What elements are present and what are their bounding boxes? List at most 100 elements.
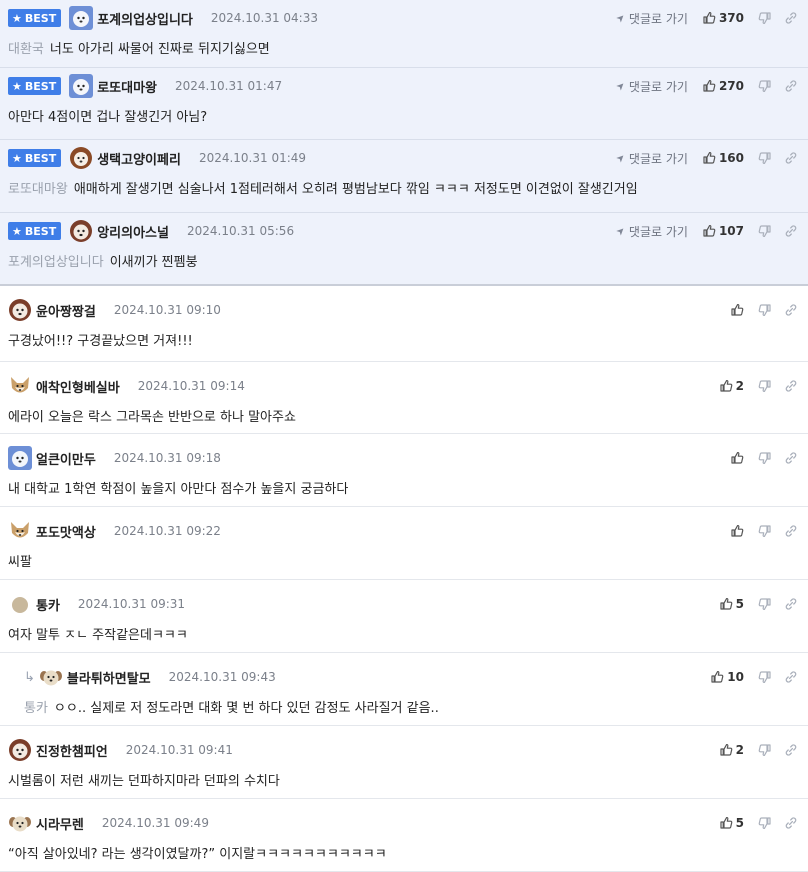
- goto-comment-button[interactable]: ➤ 댓글로 가기: [614, 10, 688, 27]
- like-count: 2: [735, 743, 744, 757]
- comment-actions: [720, 298, 798, 322]
- nickname[interactable]: 통카: [36, 595, 60, 614]
- nickname[interactable]: 블라튀하면탈모: [67, 668, 151, 687]
- avatar[interactable]: [69, 74, 94, 98]
- like-count: 10: [727, 670, 744, 684]
- link-icon[interactable]: [784, 670, 798, 684]
- nickname[interactable]: 로또대마왕: [97, 77, 157, 96]
- avatar[interactable]: [8, 519, 32, 543]
- thumbs-down-icon[interactable]: [758, 524, 772, 538]
- comment-header: ★ BEST 포계의업상입니다 2024.10.31 04:33: [8, 6, 318, 30]
- comment-actions: ➤ 댓글로 가기 160: [614, 146, 798, 170]
- timestamp: 2024.10.31 05:56: [186, 224, 295, 238]
- goto-comment-button[interactable]: ➤ 댓글로 가기: [613, 223, 688, 240]
- nickname[interactable]: 생택고양이페리: [97, 149, 181, 168]
- thumbs-up-icon: [719, 816, 733, 830]
- comment-text: “아직 살아있네? 라는 생각이였달까?” 이지랄ㅋㅋㅋㅋㅋㅋㅋㅋㅋㅋㅋ: [8, 843, 387, 862]
- best-label: BEST: [24, 224, 57, 238]
- link-icon[interactable]: [784, 224, 798, 238]
- link-icon[interactable]: [784, 524, 798, 538]
- nickname[interactable]: 애착인형베실바: [36, 377, 120, 396]
- comment-body: 에라이 오늘은 락스 그라목손 반반으로 하나 말아주쇼: [8, 410, 296, 425]
- thumbs-down-icon[interactable]: [758, 379, 772, 393]
- mention[interactable]: 포계의업상입니다: [8, 255, 104, 270]
- goto-comment-button[interactable]: ➤ 댓글로 가기: [614, 150, 688, 167]
- comment-header: 시라무렌 2024.10.31 09:49: [8, 811, 209, 835]
- like-button[interactable]: 5: [719, 597, 744, 611]
- avatar[interactable]: [8, 374, 32, 398]
- like-button[interactable]: 160: [702, 151, 744, 165]
- link-icon[interactable]: [784, 151, 798, 165]
- avatar[interactable]: [8, 446, 32, 470]
- avatar[interactable]: [8, 298, 32, 322]
- reply-arrow-icon: ↳: [24, 669, 35, 685]
- like-button[interactable]: [720, 524, 744, 538]
- thumbs-down-icon[interactable]: [758, 451, 772, 465]
- comment-header: ★ BEST 앙리의아스널 2024.10.31 05:56: [8, 219, 294, 243]
- avatar[interactable]: [8, 592, 32, 616]
- timestamp: 2024.10.31 01:49: [198, 151, 307, 165]
- comment-header: ↳ 블라튀하면탈모 2024.10.31 09:43: [24, 665, 276, 689]
- best-badge: ★ BEST: [8, 222, 62, 240]
- comment-header: 진정한챔피언 2024.10.31 09:41: [8, 738, 233, 762]
- avatar[interactable]: [8, 811, 32, 835]
- best-comment: ★ BEST 앙리의아스널 2024.10.31 05:56 ➤ 댓글로 가기 107 포계의…: [0, 213, 808, 286]
- comment-actions: 2: [719, 738, 798, 762]
- like-button[interactable]: 10: [710, 670, 744, 684]
- link-icon[interactable]: [784, 816, 798, 830]
- best-badge: ★ BEST: [8, 9, 62, 27]
- link-icon[interactable]: [784, 743, 798, 757]
- like-button[interactable]: 370: [702, 11, 744, 25]
- thumbs-down-icon[interactable]: [758, 303, 772, 317]
- comment-list: ★ BEST 포계의업상입니다 2024.10.31 04:33 ➤ 댓글로 가기 370 대…: [0, 0, 808, 872]
- thumbs-up-icon: [710, 670, 724, 684]
- nickname[interactable]: 포계의업상입니다: [97, 9, 193, 28]
- link-icon[interactable]: [784, 597, 798, 611]
- nickname[interactable]: 진정한챔피언: [36, 741, 108, 760]
- nickname[interactable]: 포도맛액상: [36, 522, 96, 541]
- comment-text: 시벌롬이 저런 새끼는 던파하지마라 던파의 수치다: [8, 770, 280, 789]
- thumbs-up-icon: [702, 11, 716, 25]
- nickname[interactable]: 얼큰이만두: [36, 449, 96, 468]
- like-button[interactable]: 2: [719, 379, 744, 393]
- avatar[interactable]: [69, 146, 93, 170]
- like-button[interactable]: 107: [702, 224, 744, 238]
- thumbs-down-icon[interactable]: [758, 597, 772, 611]
- nickname[interactable]: 윤아짱짱걸: [36, 301, 96, 320]
- best-comment: ★ BEST 생택고양이페리 2024.10.31 01:49 ➤ 댓글로 가기 160 로또…: [0, 140, 808, 213]
- thumbs-down-icon[interactable]: [758, 151, 772, 165]
- avatar[interactable]: [69, 6, 94, 30]
- goto-comment-button[interactable]: ➤ 댓글로 가기: [614, 78, 688, 95]
- like-count: 270: [718, 79, 744, 93]
- like-button[interactable]: 5: [719, 816, 744, 830]
- thumbs-down-icon[interactable]: [758, 224, 772, 238]
- like-button[interactable]: [720, 303, 744, 317]
- mention[interactable]: 로또대마왕: [8, 182, 68, 197]
- avatar[interactable]: [39, 665, 63, 689]
- link-icon[interactable]: [784, 451, 798, 465]
- nickname[interactable]: 시라무렌: [36, 814, 84, 833]
- mention[interactable]: 대환국: [8, 42, 44, 57]
- comment-body: “아직 살아있네? 라는 생각이였달까?” 이지랄ㅋㅋㅋㅋㅋㅋㅋㅋㅋㅋㅋ: [8, 847, 387, 862]
- thumbs-down-icon[interactable]: [758, 670, 772, 684]
- avatar[interactable]: [69, 219, 93, 243]
- avatar[interactable]: [8, 738, 32, 762]
- link-icon[interactable]: [784, 303, 798, 317]
- thumbs-down-icon[interactable]: [758, 11, 772, 25]
- thumbs-down-icon[interactable]: [758, 79, 772, 93]
- like-button[interactable]: 270: [702, 79, 744, 93]
- comment-body: 너도 아가리 싸물어 진짜로 뒤지기싫으면: [49, 42, 270, 57]
- like-button[interactable]: [720, 451, 744, 465]
- thumbs-down-icon[interactable]: [758, 816, 772, 830]
- link-icon[interactable]: [784, 79, 798, 93]
- like-count: 5: [735, 816, 744, 830]
- comment-header: ★ BEST 로또대마왕 2024.10.31 01:47: [8, 74, 282, 98]
- nickname[interactable]: 앙리의아스널: [97, 222, 169, 241]
- link-icon[interactable]: [784, 11, 798, 25]
- comment-text: 내 대학교 1학연 학점이 높을지 아만다 점수가 높을지 궁금하다: [8, 478, 348, 497]
- thumbs-down-icon[interactable]: [758, 743, 772, 757]
- like-button[interactable]: 2: [719, 743, 744, 757]
- link-icon[interactable]: [784, 379, 798, 393]
- send-arrow-icon: ➤: [613, 224, 628, 238]
- mention[interactable]: 통카: [24, 701, 48, 716]
